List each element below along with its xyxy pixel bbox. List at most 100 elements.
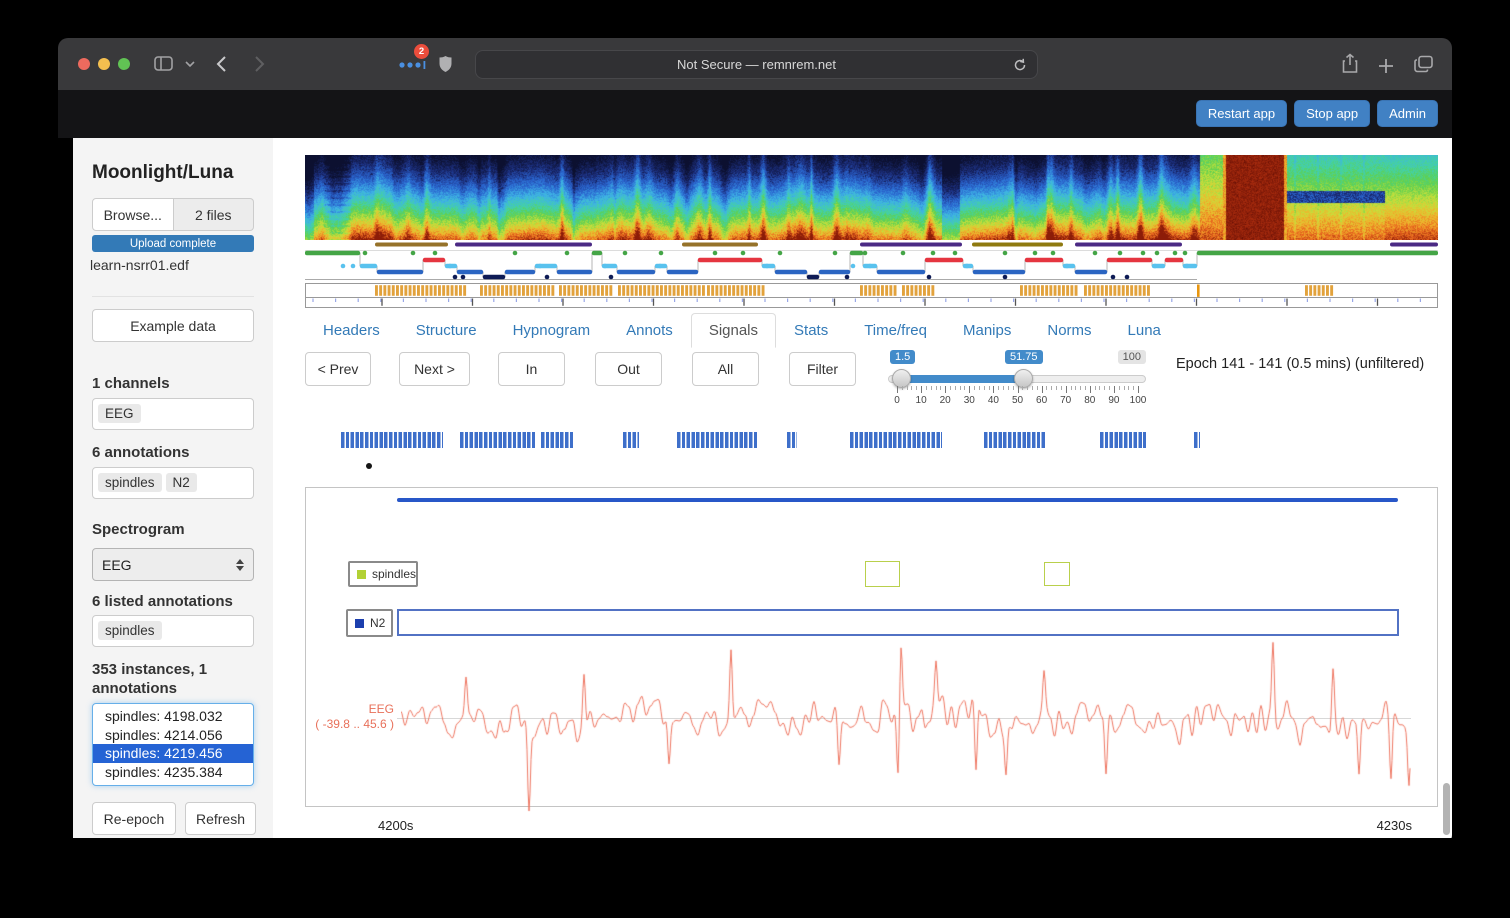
selected-instance-marker	[366, 463, 372, 469]
slider-tick	[1114, 386, 1115, 393]
annotation-instances-strip[interactable]	[305, 432, 1438, 449]
slider-tick	[1027, 386, 1028, 390]
instance-list-item[interactable]: spindles: 4214.056	[93, 726, 253, 745]
reload-icon[interactable]	[1013, 58, 1027, 72]
tab-signals[interactable]: Signals	[691, 313, 776, 348]
sidebar-toggle-icon[interactable]	[154, 56, 173, 71]
listed-annotations-heading: 6 listed annotations	[92, 593, 233, 610]
forward-icon[interactable]	[254, 55, 265, 73]
slider-tick	[1133, 386, 1134, 390]
stop-app-button[interactable]: Stop app	[1294, 100, 1370, 127]
slider-tick	[1109, 386, 1110, 390]
spindles-legend[interactable]: spindles	[348, 561, 418, 587]
slider-tick	[931, 386, 932, 390]
annotation-chip: spindles	[98, 473, 162, 492]
refresh-button[interactable]: Refresh	[185, 802, 256, 835]
browse-button[interactable]: Browse...	[92, 198, 174, 231]
slider-tick-label: 40	[981, 395, 1005, 406]
share-icon[interactable]	[1341, 53, 1359, 74]
chevron-down-icon[interactable]	[185, 61, 195, 68]
instance-list[interactable]: spindles: 4198.032 spindles: 4214.056 sp…	[92, 703, 254, 786]
shield-icon[interactable]	[438, 55, 453, 73]
slider-tick	[993, 386, 994, 393]
instance-list-item[interactable]: spindles: 4198.032	[93, 707, 253, 726]
close-window-icon[interactable]	[78, 58, 90, 70]
next-button[interactable]: Next >	[399, 352, 470, 386]
tab-norms[interactable]: Norms	[1029, 313, 1109, 348]
admin-button[interactable]: Admin	[1377, 100, 1438, 127]
tab-stats[interactable]: Stats	[776, 313, 846, 348]
tab-manips[interactable]: Manips	[945, 313, 1029, 348]
channel-label: EEG ( -39.8 .. 45.6 )	[306, 702, 394, 732]
tab-overview-icon[interactable]	[1414, 55, 1434, 73]
instance-list-item[interactable]: spindles: 4235.384	[93, 763, 253, 782]
annotations-box[interactable]: spindlesN2	[92, 467, 254, 499]
slider-tick-label: 90	[1102, 395, 1126, 406]
example-data-button[interactable]: Example data	[92, 309, 254, 342]
spindles-legend-swatch	[357, 570, 366, 579]
app-header-buttons: Restart app Stop app Admin	[1196, 100, 1438, 127]
spectrogram-channel-select[interactable]: EEG	[92, 548, 254, 581]
tab-bar: Headers Structure Hypnogram Annots Signa…	[305, 313, 1179, 348]
url-text: Not Secure — remnrem.net	[677, 57, 836, 72]
slider-tick-label: 80	[1078, 395, 1102, 406]
tab-hypnogram[interactable]: Hypnogram	[495, 313, 609, 348]
instance-list-item[interactable]: spindles: 4219.456	[93, 744, 253, 763]
epoch-status-label: Epoch 141 - 141 (0.5 mins) (unfiltered)	[1176, 356, 1424, 372]
slider-tick	[1032, 386, 1033, 390]
x-axis-start-label: 4200s	[378, 818, 413, 833]
instance-cluster	[787, 432, 797, 448]
re-epoch-button[interactable]: Re-epoch	[92, 802, 176, 835]
files-count-label: 2 files	[174, 198, 255, 231]
spindles-legend-label: spindles	[372, 567, 416, 581]
prev-button[interactable]: < Prev	[305, 352, 371, 386]
select-arrows-icon	[236, 559, 244, 571]
slider-tick	[897, 386, 898, 393]
file-upload-control: Browse... 2 files	[92, 198, 254, 231]
signal-chart-panel[interactable]: spindles N2 EEG ( -39.8 .. 45.6 )	[305, 487, 1438, 807]
instances-heading: 353 instances, 1 annotations	[92, 660, 252, 698]
tab-timefreq[interactable]: Time/freq	[846, 313, 945, 348]
slider-tick	[1046, 386, 1047, 390]
annotations-heading: 6 annotations	[92, 444, 190, 461]
slider-ticks	[888, 386, 1148, 394]
n2-legend[interactable]: N2	[346, 609, 393, 637]
tab-luna[interactable]: Luna	[1110, 313, 1179, 348]
tab-structure[interactable]: Structure	[398, 313, 495, 348]
scrollbar-thumb[interactable]	[1443, 783, 1450, 835]
slider-tick	[1099, 386, 1100, 390]
minimize-window-icon[interactable]	[98, 58, 110, 70]
app-header: Restart app Stop app Admin	[58, 90, 1452, 138]
slider-tick	[1037, 386, 1038, 390]
zoom-out-button[interactable]: Out	[595, 352, 662, 386]
instance-cluster	[1100, 432, 1146, 448]
uploaded-filename: learn-nsrr01.edf	[90, 257, 189, 273]
tab-headers[interactable]: Headers	[305, 313, 398, 348]
instance-cluster	[1194, 432, 1200, 448]
extension-icon[interactable]	[398, 61, 426, 69]
listed-annotations-box[interactable]: spindles	[92, 615, 254, 647]
address-bar[interactable]: Not Secure — remnrem.net	[475, 50, 1038, 79]
tab-annots[interactable]: Annots	[608, 313, 691, 348]
filter-button[interactable]: Filter	[789, 352, 856, 386]
window-controls	[78, 58, 130, 70]
slider-tick	[1061, 386, 1062, 390]
zoom-in-button[interactable]: In	[498, 352, 565, 386]
slider-tick	[1075, 386, 1076, 390]
hypnogram-annotation-tracks	[305, 240, 1438, 310]
browser-toolbar: 2 Not Secure — remnrem.net	[58, 38, 1452, 90]
slider-tick-label: 30	[957, 395, 981, 406]
slider-tick	[979, 386, 980, 390]
new-tab-icon[interactable]	[1378, 58, 1394, 74]
restart-app-button[interactable]: Restart app	[1196, 100, 1287, 127]
slider-from-badge: 1.5	[890, 350, 915, 364]
slider-tick	[1018, 386, 1019, 393]
channels-box[interactable]: EEG	[92, 398, 254, 430]
all-button[interactable]: All	[692, 352, 759, 386]
slider-tick	[1128, 386, 1129, 390]
slider-tick	[936, 386, 937, 390]
zoom-window-icon[interactable]	[118, 58, 130, 70]
eeg-signal-trace	[401, 624, 1411, 814]
back-icon[interactable]	[216, 55, 227, 73]
slider-tick	[1071, 386, 1072, 390]
